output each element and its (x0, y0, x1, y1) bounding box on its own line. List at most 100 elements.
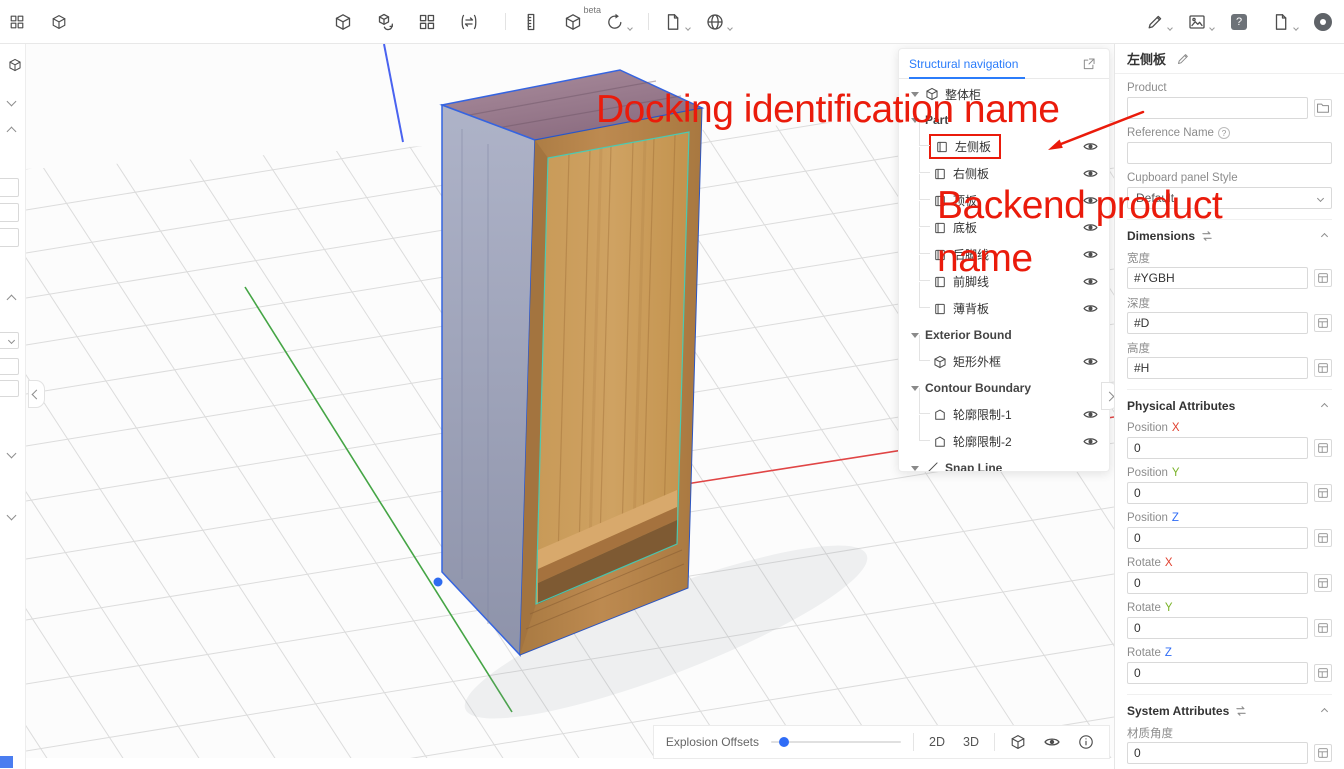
box-icon[interactable] (46, 9, 72, 35)
expand-triangle-icon[interactable] (911, 333, 919, 338)
formula-button[interactable] (1314, 619, 1332, 637)
formula-button[interactable] (1314, 314, 1332, 332)
info-button[interactable] (1075, 731, 1097, 753)
tree-item-back-kick[interactable]: 后脚线 (899, 241, 1109, 268)
tree-item-top-panel[interactable]: 顶板 (899, 187, 1109, 214)
view-3d-button[interactable]: 3D (960, 733, 982, 751)
slider-track[interactable] (771, 741, 901, 743)
clipped-select-stub[interactable] (0, 332, 19, 349)
width-input[interactable] (1127, 267, 1308, 289)
visibility-eye-icon[interactable] (1081, 247, 1099, 263)
visibility-eye-icon[interactable] (1081, 407, 1099, 423)
rotate-x-input[interactable] (1127, 572, 1308, 594)
visibility-eye-icon[interactable] (1081, 139, 1099, 155)
visibility-eye-icon[interactable] (1081, 274, 1099, 290)
browse-folder-button[interactable] (1314, 99, 1332, 117)
clipped-input-stub[interactable] (0, 203, 19, 222)
formula-button[interactable] (1314, 664, 1332, 682)
formula-button[interactable] (1314, 439, 1332, 457)
document-button[interactable] (660, 9, 686, 35)
collapse-left-panel-handle[interactable] (28, 380, 45, 408)
panel-style-select[interactable]: Default (1127, 187, 1332, 209)
tree-group-part[interactable]: Part (899, 107, 1109, 133)
formula-button[interactable] (1314, 529, 1332, 547)
expand-triangle-icon[interactable] (911, 386, 919, 391)
position-z-input[interactable] (1127, 527, 1308, 549)
formula-button[interactable] (1314, 359, 1332, 377)
left-tool-button[interactable] (2, 52, 28, 78)
visibility-eye-icon[interactable] (1081, 220, 1099, 236)
depth-input[interactable] (1127, 312, 1308, 334)
visibility-eye-icon[interactable] (1081, 193, 1099, 209)
tree-item-front-kick[interactable]: 前脚线 (899, 268, 1109, 295)
collapse-section-button[interactable] (1316, 228, 1332, 244)
render-image-button[interactable] (1184, 9, 1210, 35)
measure-button[interactable] (518, 9, 544, 35)
expand-triangle-icon[interactable] (911, 92, 919, 97)
visibility-eye-icon[interactable] (1081, 301, 1099, 317)
tree-group-snap-line[interactable]: Snap Line (899, 455, 1109, 472)
chevron-down-icon[interactable] (7, 97, 17, 107)
collapse-section-button[interactable] (1316, 703, 1332, 719)
clipped-input-stub[interactable] (0, 380, 19, 397)
model-sync-button[interactable] (372, 9, 398, 35)
tree-item-contour-limit-1[interactable]: 轮廓限制-1 (899, 401, 1109, 428)
apps-icon[interactable] (4, 9, 30, 35)
slider-knob[interactable] (779, 737, 789, 747)
visibility-eye-icon[interactable] (1081, 434, 1099, 450)
chevron-down-icon[interactable] (7, 511, 17, 521)
tree-group-exterior-bound[interactable]: Exterior Bound (899, 322, 1109, 348)
explosion-offset-slider[interactable] (771, 735, 901, 749)
link-arrows-icon[interactable] (1235, 705, 1247, 717)
chevron-up-icon[interactable] (7, 127, 17, 137)
cube-tool-button[interactable] (330, 9, 356, 35)
position-x-input[interactable] (1127, 437, 1308, 459)
tree-item-right-panel[interactable]: 右侧板 (899, 160, 1109, 187)
publish-button[interactable] (702, 9, 728, 35)
popout-button[interactable] (1079, 54, 1099, 74)
collapse-section-button[interactable] (1316, 398, 1332, 414)
height-input[interactable] (1127, 357, 1308, 379)
clipped-input-stub[interactable] (0, 358, 19, 375)
clipped-input-stub[interactable] (0, 228, 19, 247)
cabinet-model[interactable] (442, 70, 702, 655)
tree-item-bottom-panel[interactable]: 底板 (899, 214, 1109, 241)
clipped-input-stub[interactable] (0, 178, 19, 197)
notes-document-button[interactable] (1268, 9, 1294, 35)
edit-pencil-button[interactable] (1142, 9, 1168, 35)
reference-name-input[interactable] (1127, 142, 1332, 164)
rotate-y-input[interactable] (1127, 617, 1308, 639)
swap-button[interactable] (456, 9, 482, 35)
settings-button[interactable] (1310, 9, 1336, 35)
tree-item-left-panel[interactable]: 左侧板 (899, 133, 1109, 160)
formula-button[interactable] (1314, 574, 1332, 592)
tree-item-thin-back-panel[interactable]: 薄背板 (899, 295, 1109, 322)
collapse-nav-panel-handle[interactable] (1101, 382, 1114, 410)
material-angle-input[interactable] (1127, 742, 1308, 764)
rotate-z-input[interactable] (1127, 662, 1308, 684)
position-y-input[interactable] (1127, 482, 1308, 504)
help-button[interactable]: ? (1226, 9, 1252, 35)
formula-button[interactable] (1314, 484, 1332, 502)
expand-triangle-icon[interactable] (911, 466, 919, 471)
tree-group-contour-boundary[interactable]: Contour Boundary (899, 375, 1109, 401)
rotate-3d-button[interactable] (602, 9, 628, 35)
beta-cube-button[interactable]: beta (560, 9, 586, 35)
formula-button[interactable] (1314, 744, 1332, 762)
product-name-input[interactable] (1127, 97, 1308, 119)
visibility-eye-icon[interactable] (1081, 354, 1099, 370)
visibility-eye-button[interactable] (1041, 731, 1063, 753)
formula-button[interactable] (1314, 269, 1332, 287)
tree-item-rect-frame[interactable]: 矩形外框 (899, 348, 1109, 375)
view-2d-button[interactable]: 2D (926, 733, 948, 751)
visibility-eye-icon[interactable] (1081, 166, 1099, 182)
expand-triangle-icon[interactable] (911, 118, 919, 123)
tree-item-contour-limit-2[interactable]: 轮廓限制-2 (899, 428, 1109, 455)
chevron-down-icon[interactable] (7, 449, 17, 459)
tree-root-item[interactable]: 整体柜 (899, 81, 1109, 107)
components-button[interactable] (414, 9, 440, 35)
isometric-cube-button[interactable] (1007, 731, 1029, 753)
chevron-up-icon[interactable] (7, 295, 17, 305)
rename-pencil-button[interactable] (1174, 50, 1192, 68)
link-arrows-icon[interactable] (1201, 230, 1213, 242)
